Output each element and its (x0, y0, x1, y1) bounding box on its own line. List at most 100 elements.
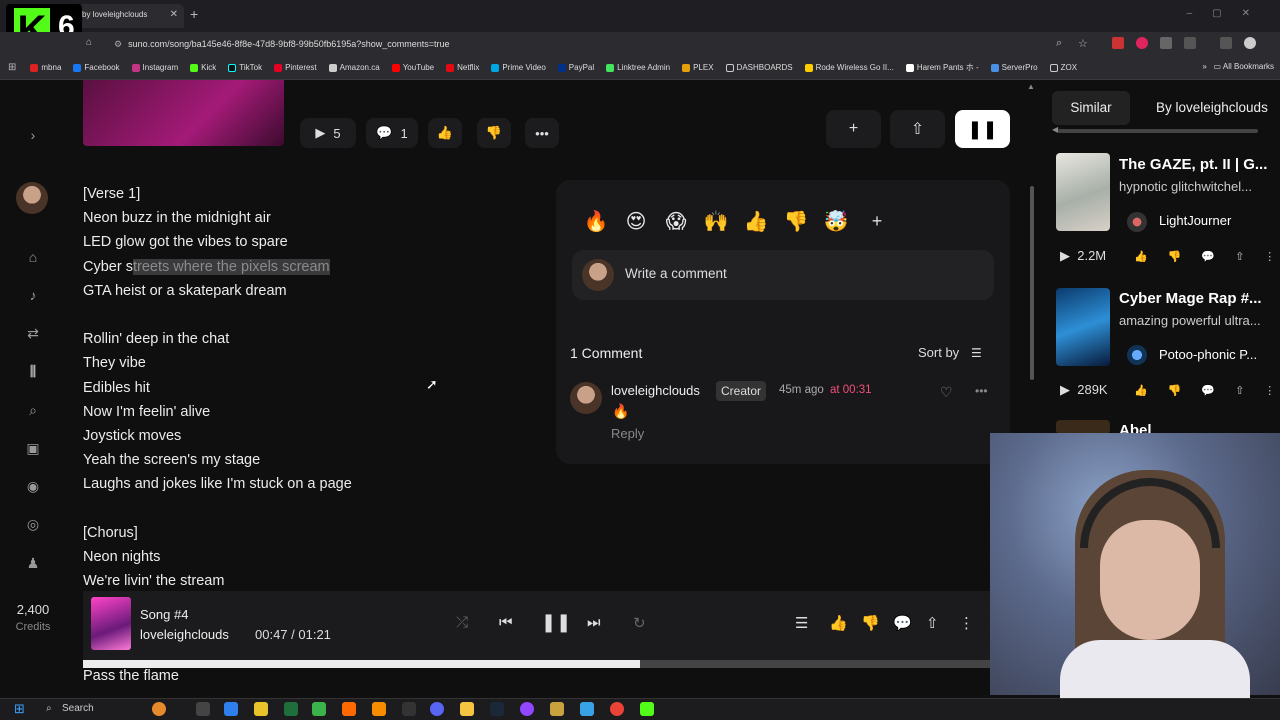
app-icon[interactable] (550, 702, 564, 716)
player-song-title[interactable]: Song #4 (140, 607, 188, 622)
bookmark-folder[interactable]: ZOX (1049, 63, 1077, 72)
next-icon[interactable]: ⏭ (587, 614, 601, 631)
reply-button[interactable]: Reply (611, 426, 644, 441)
explore-icon[interactable]: ⇄ (24, 324, 42, 342)
home-icon[interactable]: ⌂ (86, 37, 92, 48)
star-icon[interactable]: ☆ (1078, 37, 1090, 50)
more-options-button[interactable]: ••• (525, 118, 559, 148)
reaction-raised-hands[interactable]: 🙌 (702, 208, 730, 236)
bookmark[interactable]: Pinterest (274, 63, 317, 72)
sort-icon[interactable]: ☰ (971, 346, 982, 360)
shop-icon[interactable]: ▣ (24, 439, 42, 457)
media-icon[interactable] (1220, 37, 1232, 49)
song-title[interactable]: Cyber Mage Rap #... (1119, 290, 1262, 307)
taskbar-app-icon[interactable] (152, 702, 166, 716)
queue-icon[interactable]: ☰ (795, 614, 808, 632)
player-artist[interactable]: loveleighclouds (140, 627, 229, 642)
steam-icon[interactable] (490, 702, 504, 716)
bell-icon[interactable]: ♟ (24, 554, 42, 572)
pause-icon[interactable]: ❚❚ (541, 612, 571, 633)
create-icon[interactable]: ♪ (24, 286, 42, 304)
share-button[interactable]: ⇧ (890, 110, 945, 148)
bookmark[interactable]: TikTok (228, 63, 262, 72)
avatar[interactable] (1127, 345, 1147, 365)
more-icon[interactable]: ••• (975, 384, 988, 398)
zoom-icon[interactable]: ⌕ (1056, 37, 1068, 49)
bookmark[interactable]: Kick (190, 63, 216, 72)
extension-icon[interactable] (1112, 37, 1124, 49)
app-icon[interactable] (580, 702, 594, 716)
reaction-fire[interactable]: 🔥 (582, 208, 610, 236)
minecraft-icon[interactable] (312, 702, 326, 716)
edge-icon[interactable] (224, 702, 238, 716)
reaction-thumbs-down[interactable]: 👎 (782, 208, 810, 236)
app-icon[interactable] (402, 702, 416, 716)
play-count-button[interactable]: ▶ 5 (300, 118, 356, 148)
close-tab-icon[interactable]: ✕ (170, 4, 178, 26)
obs-icon[interactable] (520, 702, 534, 716)
comment-timestamp-link[interactable]: at 00:31 (830, 384, 872, 396)
comments-button[interactable]: 💬 1 (366, 118, 418, 148)
bookmark[interactable]: Netflix (446, 63, 479, 72)
bookmark[interactable]: Linktree Admin (606, 63, 670, 72)
like-button[interactable]: 👍 (428, 118, 462, 148)
comment-username[interactable]: loveleighclouds (611, 383, 700, 398)
task-view-icon[interactable] (196, 702, 210, 716)
thumbs-down-icon[interactable]: 👎 (861, 614, 880, 632)
profile-icon[interactable] (1244, 37, 1256, 49)
horizontal-scrollbar[interactable] (1058, 129, 1258, 133)
compass-icon[interactable]: ◉ (24, 477, 42, 495)
site-info-icon[interactable]: ⚙ (114, 39, 122, 49)
repeat-icon[interactable]: ↻ (633, 614, 646, 632)
add-to-playlist-button[interactable]: + (826, 110, 881, 148)
bookmark[interactable]: Rode Wireless Go II... (804, 63, 894, 72)
window-controls[interactable]: –▢✕ (1187, 8, 1270, 19)
avatar[interactable] (1127, 212, 1147, 232)
kick-icon[interactable] (640, 702, 654, 716)
library-icon[interactable]: ⫼ (24, 362, 42, 380)
home-icon[interactable]: ⌂ (24, 248, 42, 266)
browser-tab[interactable]: by loveleighclouds ✕ (78, 4, 184, 28)
reaction-mind-blown[interactable]: 🤯 (822, 208, 850, 236)
apps-grid-icon[interactable]: ⊞ (8, 62, 16, 73)
windows-start-icon[interactable]: ⊞ (14, 702, 28, 716)
song-author[interactable]: Potoo-phonic P... (1159, 347, 1257, 362)
folder-icon[interactable] (460, 702, 474, 716)
new-tab-icon[interactable]: + (190, 6, 198, 22)
tab-by-artist[interactable]: By loveleighclouds (1146, 91, 1280, 125)
scrollbar[interactable] (1030, 186, 1034, 380)
bookmark[interactable]: mbna (30, 63, 61, 72)
bookmark[interactable]: ServerPro (990, 63, 1038, 72)
scroll-up-icon[interactable]: ▲ (1027, 82, 1035, 91)
reaction-scream[interactable]: 😱 (662, 208, 690, 236)
song-author[interactable]: LightJourner (1159, 213, 1231, 228)
more-icon[interactable]: ⋮ (959, 614, 974, 632)
bookmark[interactable]: Prime Video (491, 63, 546, 72)
song-title[interactable]: The GAZE, pt. II | G... (1119, 156, 1267, 173)
song-thumbnail[interactable] (1056, 288, 1110, 366)
add-reaction-icon[interactable]: + (866, 210, 888, 232)
reaction-thumbs-up[interactable]: 👍 (742, 208, 770, 236)
discord-icon[interactable] (430, 702, 444, 716)
extensions-puzzle-icon[interactable] (1184, 37, 1196, 49)
all-bookmarks[interactable]: » ▭ All Bookmarks (1202, 62, 1274, 71)
bookmark[interactable]: Amazon.ca (328, 63, 380, 72)
search-icon[interactable]: ⌕ (24, 401, 42, 419)
chrome-icon[interactable] (610, 702, 624, 716)
radio-icon[interactable]: ◎ (24, 515, 42, 533)
song-action-icons[interactable]: 👍👎💬⇧⋮ (1134, 250, 1280, 263)
bookmark[interactable]: PLEX (682, 63, 714, 72)
file-explorer-icon[interactable] (254, 702, 268, 716)
previous-icon[interactable]: ⏮ (499, 614, 513, 631)
bookmark[interactable]: YouTube (391, 63, 434, 72)
excel-icon[interactable] (284, 702, 298, 716)
pinterest-extension-icon[interactable] (1136, 37, 1148, 49)
bookmark[interactable]: PayPal (557, 63, 594, 72)
extension-icon[interactable] (1160, 37, 1172, 49)
thumbs-up-icon[interactable]: 👍 (829, 614, 848, 632)
sort-by-button[interactable]: Sort by (918, 345, 959, 360)
shuffle-icon[interactable]: ⤮ (456, 614, 468, 631)
heart-icon[interactable]: ♡ (940, 384, 953, 401)
bookmark-folder[interactable]: DASHBOARDS (725, 63, 793, 72)
vlc-icon[interactable] (372, 702, 386, 716)
